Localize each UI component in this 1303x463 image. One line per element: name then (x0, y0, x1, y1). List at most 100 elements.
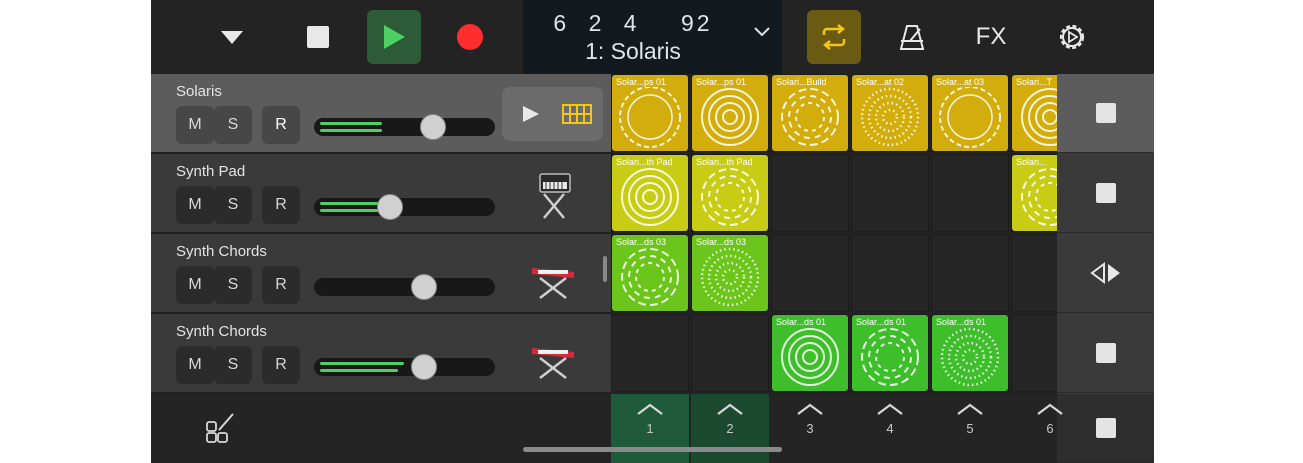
column-number: 6 (1046, 421, 1054, 436)
record-icon (457, 24, 483, 50)
stop-icon (307, 26, 329, 48)
empty-cell[interactable] (771, 234, 849, 312)
song-title: 1: Solaris (585, 38, 681, 64)
settings-button[interactable] (1045, 10, 1099, 64)
volume-slider[interactable] (314, 354, 495, 380)
play-icon[interactable] (522, 105, 540, 123)
track-name: Solaris (176, 83, 222, 100)
mute-button[interactable]: M (176, 346, 214, 384)
record-enable-button[interactable]: R (262, 346, 300, 384)
grid-edit-icon (206, 413, 234, 443)
fx-button[interactable]: FX (964, 10, 1018, 64)
loop-clip[interactable]: Solar...ds 03 (692, 235, 768, 311)
lcd-display[interactable]: 6 2 4 92 1: Solaris (523, 0, 782, 74)
empty-cell[interactable] (851, 154, 929, 232)
track-stop-button[interactable] (1057, 154, 1154, 233)
clip-label: Solari...th Pad (616, 157, 673, 167)
clip-waveform-icon (701, 168, 759, 226)
cycle-button[interactable] (807, 10, 861, 64)
track-header-solaris[interactable]: Solaris M S R (151, 74, 611, 153)
column-trigger-2[interactable]: 2 (691, 394, 769, 463)
view-menu-button[interactable] (205, 10, 259, 64)
mute-button[interactable]: M (176, 266, 214, 304)
mute-button[interactable]: M (176, 106, 214, 144)
volume-knob[interactable] (411, 354, 437, 380)
record-enable-button[interactable]: R (262, 266, 300, 304)
track-name: Synth Pad (176, 163, 246, 180)
loop-clip[interactable]: Solari...th Pad (612, 155, 688, 231)
track-controls[interactable] (502, 87, 603, 141)
empty-cell[interactable] (851, 234, 929, 312)
volume-slider[interactable] (314, 114, 495, 140)
mute-button[interactable]: M (176, 186, 214, 224)
column-trigger-3[interactable]: 3 (771, 394, 849, 463)
track-header-synth-chords-2[interactable]: Synth Chords M S R (151, 314, 611, 393)
playhead-position: 6 2 4 (553, 10, 640, 36)
resize-arrows-icon (1089, 262, 1120, 284)
stop-button[interactable] (291, 10, 345, 64)
loop-clip[interactable]: Solar...at 02 (852, 75, 928, 151)
level-meter (320, 369, 398, 372)
chevron-up-icon (717, 403, 743, 415)
solo-button[interactable]: S (214, 266, 252, 304)
loop-clip[interactable]: Solari...th Pad (692, 155, 768, 231)
empty-cell[interactable] (931, 234, 1009, 312)
clip-waveform-icon (619, 87, 681, 148)
empty-cell[interactable] (771, 154, 849, 232)
clip-label: Solari...Build (776, 77, 827, 87)
instrument-browser-button[interactable] (199, 410, 235, 449)
record-enable-button[interactable]: R (262, 106, 300, 144)
empty-cell[interactable] (931, 154, 1009, 232)
loop-clip[interactable]: Solar...ds 01 (772, 315, 848, 391)
tempo: 92 (680, 10, 713, 36)
stop-icon (1095, 103, 1116, 123)
playhead-position-and-tempo: 6 2 4 92 (523, 10, 743, 37)
volume-knob[interactable] (411, 274, 437, 300)
keyboard-stand-icon[interactable] (526, 326, 582, 382)
clip-waveform-icon (701, 88, 759, 146)
stop-icon (1095, 418, 1116, 438)
column-trigger-1[interactable]: 1 (611, 394, 689, 463)
column-trigger-bar: 1 2 3 4 5 6 (151, 394, 1063, 463)
record-button[interactable] (443, 10, 497, 64)
column-trigger-5[interactable]: 5 (931, 394, 1009, 463)
level-meter (320, 362, 404, 365)
volume-knob[interactable] (377, 194, 403, 220)
drum-grid-icon[interactable] (562, 104, 592, 124)
column-trigger-6[interactable]: 6 (1011, 394, 1089, 463)
track-stop-button[interactable] (1057, 314, 1154, 393)
volume-slider[interactable] (314, 194, 495, 220)
loop-clip[interactable]: Solar...ds 01 (932, 315, 1008, 391)
chevron-down-icon[interactable] (753, 26, 771, 38)
play-button[interactable] (367, 10, 421, 64)
solo-button[interactable]: S (214, 106, 252, 144)
empty-cell[interactable] (691, 314, 769, 392)
track-name: Synth Chords (176, 243, 267, 260)
loop-clip[interactable]: Solar...ds 03 (612, 235, 688, 311)
volume-knob[interactable] (420, 114, 446, 140)
loop-clip[interactable]: Solar...ds 01 (852, 315, 928, 391)
volume-slider[interactable] (314, 274, 495, 300)
track-header-synth-chords[interactable]: Synth Chords M S R (151, 234, 611, 313)
empty-cell[interactable] (611, 314, 689, 392)
solo-button[interactable]: S (214, 186, 252, 224)
column-trigger-4[interactable]: 4 (851, 394, 929, 463)
loop-clip[interactable]: Solari...Build (772, 75, 848, 151)
synthesizer-icon[interactable] (526, 166, 582, 222)
clip-label: Solari...th Pad (696, 157, 753, 167)
scroll-indicator[interactable] (603, 256, 607, 282)
track-stop-button[interactable] (1057, 74, 1154, 153)
metronome-button[interactable] (885, 10, 939, 64)
live-loops-grid[interactable]: Solar...ps 01 Solar...ps 01 Solari...Build… (611, 74, 1089, 394)
stop-icon (1095, 343, 1116, 363)
keyboard-stand-icon[interactable] (526, 246, 582, 302)
loop-clip[interactable]: Solar...ps 01 (692, 75, 768, 151)
record-enable-button[interactable]: R (262, 186, 300, 224)
loop-clip[interactable]: Solar...at 03 (932, 75, 1008, 151)
gear-icon (1059, 24, 1085, 50)
clip-waveform-icon (621, 168, 679, 226)
solo-button[interactable]: S (214, 346, 252, 384)
column-resize-handle[interactable] (1057, 234, 1154, 313)
loop-clip[interactable]: Solar...ps 01 (612, 75, 688, 151)
track-header-synth-pad[interactable]: Synth Pad M S R (151, 154, 611, 233)
